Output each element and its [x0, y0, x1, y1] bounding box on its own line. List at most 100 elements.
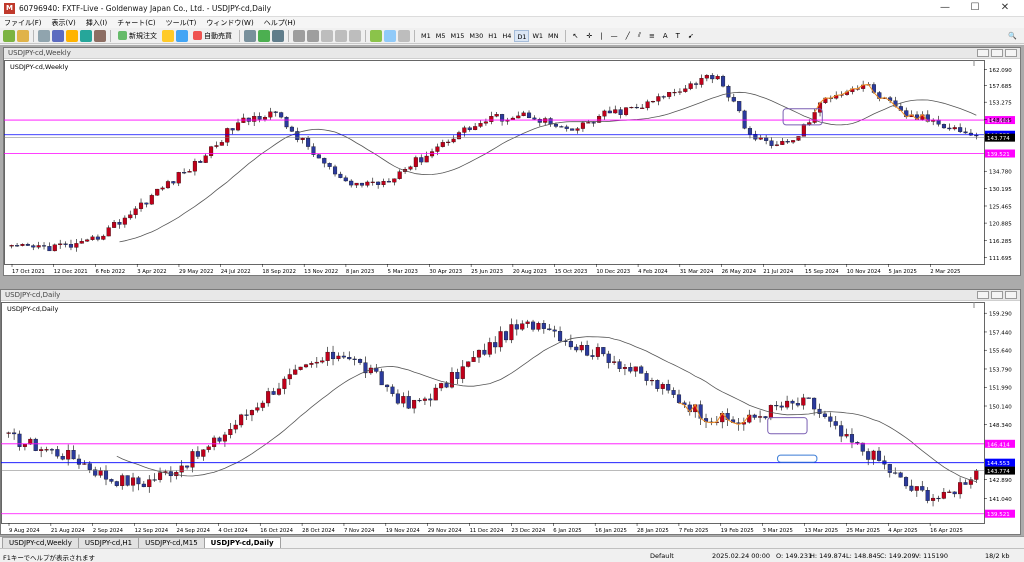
menu-item-3[interactable]: チャート(C): [113, 18, 161, 28]
timeframe-m15[interactable]: M15: [449, 30, 467, 42]
weekly-minimize-button[interactable]: [977, 49, 989, 57]
trendline-tool[interactable]: ╱: [623, 29, 633, 42]
profiles-icon[interactable]: [17, 29, 29, 42]
channel-tool[interactable]: ⫽: [635, 29, 644, 42]
weekly-restore-button[interactable]: [991, 49, 1003, 57]
minimize-icon[interactable]: —: [930, 0, 960, 17]
fibonacci-tool[interactable]: ≡: [646, 29, 658, 42]
candle-body: [55, 449, 60, 457]
weekly-chart-plot[interactable]: USDJPY-cd,Weekly148.484144.553139.521143…: [4, 60, 1020, 276]
hline-price-text: 146.414: [987, 442, 1010, 448]
timeframe-w1[interactable]: W1: [530, 30, 545, 42]
candle-body: [774, 144, 779, 146]
candle-body: [866, 451, 871, 460]
new-order-button[interactable]: 新規注文: [115, 29, 160, 42]
daily-window-title: USDJPY-cd,Daily: [1, 290, 1020, 301]
candle-body: [618, 109, 623, 115]
candle-body: [268, 111, 273, 118]
menu-item-1[interactable]: 表示(V): [48, 18, 82, 28]
daily-restore-button[interactable]: [991, 291, 1003, 299]
candle-body: [103, 470, 109, 480]
search-icon[interactable]: 🔍: [1005, 29, 1020, 42]
menu-item-5[interactable]: ウィンドウ(W): [202, 18, 259, 28]
arrows-tool[interactable]: ➹: [685, 29, 697, 42]
candle-body: [95, 236, 100, 240]
templates-icon[interactable]: [398, 29, 410, 42]
cursor-tool[interactable]: ↖: [570, 29, 582, 42]
daily-minimize-button[interactable]: [977, 291, 989, 299]
candle-body: [526, 112, 532, 119]
candle-body: [623, 107, 629, 115]
daily-close-button[interactable]: [1005, 291, 1017, 299]
candle-body: [203, 155, 208, 163]
zoom-in-icon[interactable]: [293, 29, 305, 42]
candlestick-icon[interactable]: [258, 29, 270, 42]
candle-body: [887, 464, 892, 473]
candle-body: [322, 157, 327, 164]
candle-body: [617, 361, 622, 369]
tester-icon[interactable]: [94, 29, 106, 42]
chart-tab-0[interactable]: USDJPY-cd,Weekly: [2, 537, 79, 548]
candle-body: [467, 127, 472, 130]
text-tool[interactable]: A: [660, 29, 671, 42]
chart-tab-1[interactable]: USDJPY-cd,H1: [77, 537, 140, 548]
horizontal-line-tool[interactable]: —: [608, 29, 621, 42]
menu-item-2[interactable]: 挿入(I): [82, 18, 114, 28]
navigator-icon[interactable]: [66, 29, 78, 42]
market-watch-icon[interactable]: [38, 29, 50, 42]
metaeditor-icon[interactable]: [162, 29, 174, 42]
candle-body: [293, 369, 298, 375]
date-tick-label: 25 Jun 2023: [471, 269, 503, 275]
date-tick-label: 15 Oct 2023: [555, 269, 588, 275]
candle-body: [165, 181, 171, 189]
close-icon[interactable]: ✕: [990, 0, 1020, 17]
daily-chart-plot[interactable]: USDJPY-cd,Daily 146.414 144.553 139.521 143.…: [1, 302, 1020, 535]
timeframe-d1[interactable]: D1: [514, 29, 530, 42]
timeframe-mn[interactable]: MN: [546, 30, 560, 42]
menu-item-4[interactable]: ツール(T): [162, 18, 203, 28]
status-volume: V: 115190: [915, 552, 948, 560]
candle-body: [650, 101, 656, 103]
zoom-out-icon[interactable]: [307, 29, 319, 42]
timeframe-h4[interactable]: H4: [500, 30, 513, 42]
line-chart-icon[interactable]: [272, 29, 284, 42]
candle-body: [279, 112, 284, 118]
date-tick-label: 6 Jan 2025: [553, 528, 581, 534]
crosshair-tool[interactable]: ✛: [583, 29, 595, 42]
terminal-icon[interactable]: [80, 29, 92, 42]
timeframe-m5[interactable]: M5: [434, 30, 448, 42]
weekly-close-button[interactable]: [1005, 49, 1017, 57]
auto-trade-button[interactable]: 自動売買: [190, 29, 235, 42]
label-tool[interactable]: T: [673, 29, 683, 42]
periods-icon[interactable]: [384, 29, 396, 42]
weekly-chart-window[interactable]: USDJPY-cd,Weekly USDJPY-cd,Weekly 148.484…: [3, 47, 1021, 276]
candle-body: [190, 451, 195, 468]
vertical-line-tool[interactable]: |: [597, 29, 605, 42]
timeframe-m30[interactable]: M30: [467, 30, 485, 42]
timeframe-h1[interactable]: H1: [486, 30, 499, 42]
price-tick-label: 155.640: [989, 349, 1012, 355]
menu-item-6[interactable]: ヘルプ(H): [260, 18, 302, 28]
title-bar: M 60796940: FXTF-Live - Goldenway Japan …: [0, 0, 1024, 17]
date-tick-label: 26 May 2024: [722, 269, 757, 275]
new-chart-icon[interactable]: [3, 29, 15, 42]
chart-tab-3[interactable]: USDJPY-cd,Daily: [203, 537, 281, 548]
price-tick-label: 153.790: [989, 367, 1012, 373]
candle-body: [316, 154, 321, 159]
candle-body: [503, 331, 509, 341]
indicators-icon[interactable]: [370, 29, 382, 42]
candle-body: [683, 88, 688, 92]
autoscroll-icon[interactable]: [335, 29, 347, 42]
candle-body: [974, 470, 979, 480]
signals-icon[interactable]: [176, 29, 188, 42]
chart-shift-icon[interactable]: [349, 29, 361, 42]
maximize-icon[interactable]: ☐: [960, 0, 990, 17]
daily-chart-window[interactable]: USDJPY-cd,Daily USDJPY-cd,Daily 146.414 14…: [0, 289, 1021, 535]
timeframe-m1[interactable]: M1: [419, 30, 433, 42]
tile-windows-icon[interactable]: [321, 29, 333, 42]
menu-item-0[interactable]: ファイル(F): [0, 18, 48, 28]
chart-tab-2[interactable]: USDJPY-cd,M15: [138, 537, 205, 548]
date-tick-label: 13 Mar 2025: [805, 528, 839, 534]
data-window-icon[interactable]: [52, 29, 64, 42]
bar-chart-icon[interactable]: [244, 29, 256, 42]
